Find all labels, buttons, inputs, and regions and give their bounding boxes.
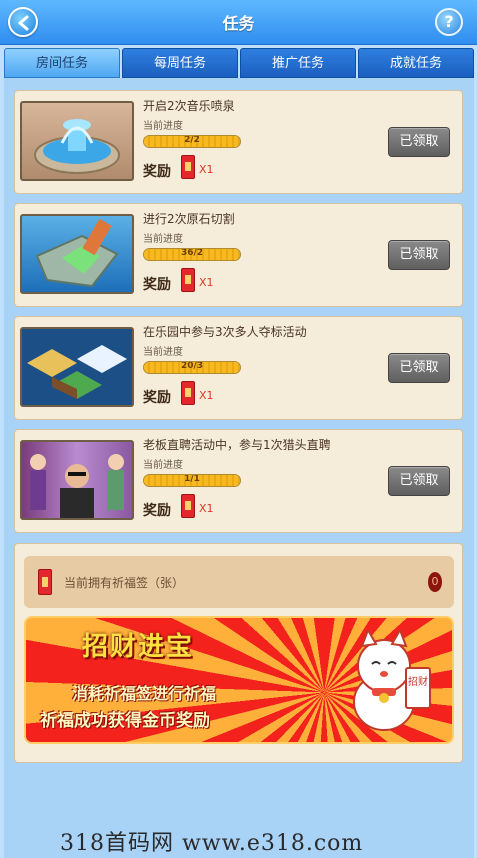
fountain-icon [34, 119, 120, 174]
task-card: 老板直聘活动中，参与1次猎头直聘 当前进度 1/1 奖励 X1 已领取 [14, 429, 463, 533]
task-card: 进行2次原石切割 当前进度 36/2 奖励 X1 已领取 [14, 203, 463, 307]
progress-text: 1/1 [184, 474, 200, 484]
claimed-button[interactable]: 已领取 [388, 240, 450, 270]
task-title: 在乐园中参与3次多人夺标活动 [143, 325, 307, 339]
task-title: 开启2次音乐喷泉 [143, 99, 235, 113]
reward-count: X1 [199, 276, 214, 289]
headhunter-thumbnail [20, 440, 134, 520]
banner-line2: 祈福成功获得金币奖励 [40, 711, 210, 731]
tab-room-tasks[interactable]: 房间任务 [4, 48, 120, 78]
progress-bar: 36/2 [143, 248, 241, 261]
top-bar: 任务 ? [0, 0, 477, 45]
progress-label: 当前进度 [143, 121, 183, 132]
task-tabs: 房间任务 每周任务 推广任务 成就任务 [4, 48, 474, 78]
blessing-lot-icon [38, 569, 52, 595]
progress-label: 当前进度 [143, 460, 183, 471]
reward-count: X1 [199, 163, 214, 176]
banner-line1: 消耗祈福签进行祈福 [72, 684, 217, 703]
people-icon [30, 454, 124, 518]
task-card: 在乐园中参与3次多人夺标活动 当前进度 20/3 奖励 X1 已领取 [14, 316, 463, 420]
progress-text: 36/2 [180, 248, 204, 258]
blessing-lot-icon [181, 155, 195, 179]
progress-bar: 1/1 [143, 474, 241, 487]
blessing-lot-icon [181, 381, 195, 405]
island-icon [27, 345, 127, 399]
tab-weekly-tasks[interactable]: 每周任务 [122, 48, 238, 78]
pray-banner[interactable]: 招财进宝 消耗祈福签进行祈福 祈福成功获得金币奖励 招财 [24, 616, 454, 744]
island-thumbnail [20, 327, 134, 407]
blessing-label: 当前拥有祈福签（张） [64, 576, 185, 590]
progress-text: 2/2 [184, 135, 200, 145]
lucky-cat-icon: 招财 [353, 630, 431, 731]
fountain-thumbnail [20, 101, 134, 181]
reward-label: 奖励 [143, 390, 171, 406]
stone-cutting-thumbnail [20, 214, 134, 294]
tab-promotion-tasks[interactable]: 推广任务 [240, 48, 356, 78]
blessing-count: 0 [428, 572, 442, 592]
reward-label: 奖励 [143, 164, 171, 180]
help-button[interactable]: ? [435, 8, 463, 36]
progress-bar: 20/3 [143, 361, 241, 374]
progress-text: 20/3 [180, 361, 204, 371]
sign-text: 招财 [408, 675, 428, 688]
progress-label: 当前进度 [143, 234, 183, 245]
reward-label: 奖励 [143, 503, 171, 519]
tab-achievement-tasks[interactable]: 成就任务 [358, 48, 474, 78]
reward-count: X1 [199, 389, 214, 402]
reward-count: X1 [199, 502, 214, 515]
banner-title: 招财进宝 [82, 632, 195, 662]
progress-label: 当前进度 [143, 347, 183, 358]
blessing-count-row: 当前拥有祈福签（张） 0 [24, 556, 454, 608]
claimed-button[interactable]: 已领取 [388, 466, 450, 496]
watermark: 318首码网 www.e318.com [60, 831, 364, 856]
task-title: 老板直聘活动中，参与1次猎头直聘 [143, 438, 331, 452]
task-title: 进行2次原石切割 [143, 212, 235, 226]
page-title: 任务 [222, 14, 255, 33]
claimed-button[interactable]: 已领取 [388, 353, 450, 383]
claimed-button[interactable]: 已领取 [388, 127, 450, 157]
task-card: 开启2次音乐喷泉 当前进度 2/2 奖励 X1 已领取 [14, 90, 463, 194]
progress-bar: 2/2 [143, 135, 241, 148]
blessing-lot-icon [181, 494, 195, 518]
blessing-lot-icon [181, 268, 195, 292]
stone-icon [35, 218, 119, 288]
blessing-section: 当前拥有祈福签（张） 0 招财进宝 消耗祈福签进行祈福 祈福成功获得金币奖励 招… [14, 543, 463, 763]
reward-label: 奖励 [143, 277, 171, 293]
